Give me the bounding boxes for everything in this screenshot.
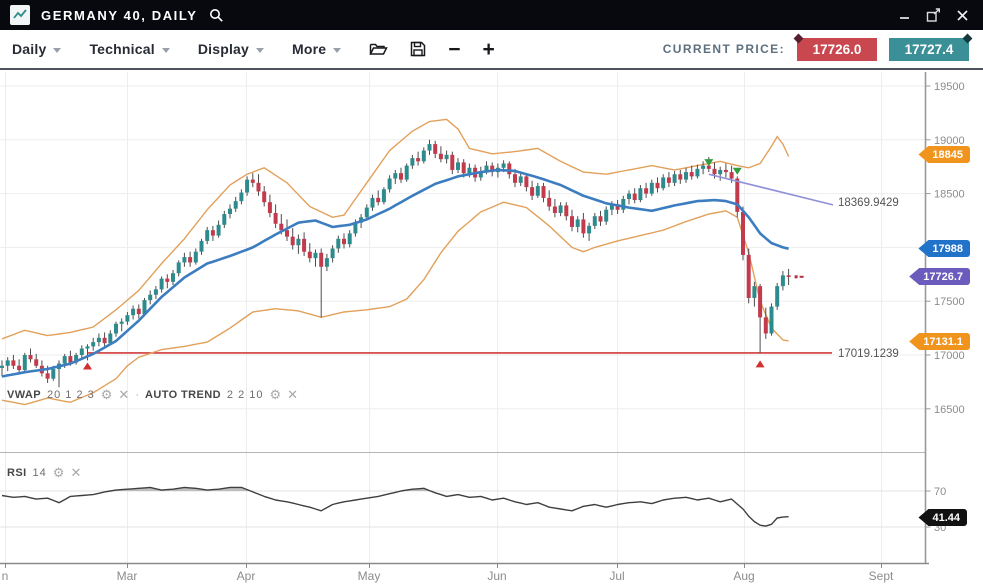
gear-icon[interactable]: ⚙ xyxy=(101,388,113,401)
y-axis-tick-label: 19500 xyxy=(934,81,965,93)
gear-icon[interactable]: ⚙ xyxy=(270,388,282,401)
gear-icon[interactable]: ⚙ xyxy=(53,466,65,479)
ask-price-badge[interactable]: 17727.4 xyxy=(889,38,969,61)
y-axis-tick-label: 16500 xyxy=(934,404,965,416)
trading-app-window: GERMANY 40, DAILY xyxy=(0,0,983,587)
autotrend-indicator-label: AUTO TREND xyxy=(145,389,221,401)
menu-daily[interactable]: Daily xyxy=(12,41,61,57)
axes: 195001900018500180001750017000165007030n… xyxy=(0,72,965,583)
floppy-disk-icon xyxy=(410,41,426,57)
y-axis-tick-label: 17000 xyxy=(934,350,965,362)
chevron-down-icon xyxy=(53,48,61,53)
buy-signal-icon xyxy=(756,360,765,367)
vwap-layer xyxy=(2,170,789,377)
rsi-line xyxy=(2,487,789,526)
rsi-tick-label: 70 xyxy=(934,486,946,498)
y-axis-tick-label: 17500 xyxy=(934,296,965,308)
popout-button[interactable] xyxy=(926,8,941,23)
close-button[interactable] xyxy=(956,9,969,22)
bollinger-bands xyxy=(2,119,789,404)
indicator-legend-main: VWAP 20 1 2 3 ⚙ ✕ · AUTO TREND 2 2 10 ⚙ … xyxy=(7,388,298,401)
toolbar: Daily Technical Display More xyxy=(0,30,983,70)
rsi-value-badge: 41.44 xyxy=(918,509,967,526)
indicator-legend-rsi: RSI 14 ⚙ ✕ xyxy=(7,466,81,479)
last-price-badge: 17726.7 xyxy=(909,268,970,285)
rsi-indicator-params: 14 xyxy=(33,467,47,479)
window-controls xyxy=(899,8,973,23)
vwap-indicator-label: VWAP xyxy=(7,389,41,401)
x-axis-month-label: Jun xyxy=(487,569,506,583)
menu-technical-label: Technical xyxy=(89,41,154,57)
vwap-indicator-params: 20 1 2 3 xyxy=(47,389,95,401)
candlestick-layer xyxy=(0,140,791,387)
y-axis-tick-label: 18500 xyxy=(934,189,965,201)
minimize-button[interactable] xyxy=(899,9,911,21)
menu-daily-label: Daily xyxy=(12,41,46,57)
x-axis-month-label: Apr xyxy=(237,569,256,583)
last-price-marker xyxy=(795,275,804,278)
chevron-down-icon xyxy=(162,48,170,53)
x-axis-month-label: Sept xyxy=(869,569,894,583)
price-chart-canvas[interactable]: 195001900018500180001750017000165007030n… xyxy=(0,70,983,587)
x-axis-month-label: Aug xyxy=(733,569,754,583)
x-axis-month-label: Mar xyxy=(117,569,138,583)
autotrend-indicator-params: 2 2 10 xyxy=(227,389,264,401)
current-price-label: CURRENT PRICE: xyxy=(663,42,785,56)
zoom-in-button[interactable]: + xyxy=(483,39,495,60)
buy-signal-icon xyxy=(83,363,92,370)
close-icon[interactable]: ✕ xyxy=(287,388,298,401)
chevron-down-icon xyxy=(256,48,264,53)
current-price-group: CURRENT PRICE: 17726.0 17727.4 xyxy=(663,38,971,61)
menu-more[interactable]: More xyxy=(292,41,341,57)
minus-icon: − xyxy=(448,39,460,60)
bid-price-badge[interactable]: 17726.0 xyxy=(797,38,877,61)
chart-area: 195001900018500180001750017000165007030n… xyxy=(0,70,983,587)
menu-more-label: More xyxy=(292,41,326,57)
trendline-value-label: 18369.9429 xyxy=(838,197,899,209)
search-icon[interactable] xyxy=(209,8,224,23)
x-axis-month-label: Jul xyxy=(609,569,624,583)
support-line-value-label: 17019.1239 xyxy=(838,348,899,360)
y-axis-tick-label: 19000 xyxy=(934,135,965,147)
upper-band-price-badge: 18845 xyxy=(918,146,970,163)
save-button[interactable] xyxy=(410,41,426,57)
close-icon[interactable]: ✕ xyxy=(70,466,81,479)
chevron-down-icon xyxy=(333,48,341,53)
menu-display-label: Display xyxy=(198,41,249,57)
close-icon[interactable]: ✕ xyxy=(118,388,129,401)
x-axis-month-label: n xyxy=(2,569,9,583)
menu-technical[interactable]: Technical xyxy=(89,41,169,57)
folder-open-icon xyxy=(369,41,388,57)
window-title: GERMANY 40, DAILY xyxy=(41,8,198,23)
vwap-price-badge: 17988 xyxy=(918,240,970,257)
menu-display[interactable]: Display xyxy=(198,41,264,57)
plus-icon: + xyxy=(483,39,495,60)
vwap-line xyxy=(2,170,789,377)
zoom-out-button[interactable]: − xyxy=(448,39,460,60)
lower-band-price-badge: 17131.1 xyxy=(909,333,970,350)
titlebar: GERMANY 40, DAILY xyxy=(0,0,983,30)
x-axis-month-label: May xyxy=(358,569,381,583)
sell-signal-icon xyxy=(733,168,742,175)
rsi-layer xyxy=(2,487,789,526)
chart-app-icon xyxy=(10,5,30,25)
open-folder-button[interactable] xyxy=(369,41,388,57)
rsi-indicator-label: RSI xyxy=(7,467,27,479)
legend-separator: · xyxy=(135,389,139,401)
